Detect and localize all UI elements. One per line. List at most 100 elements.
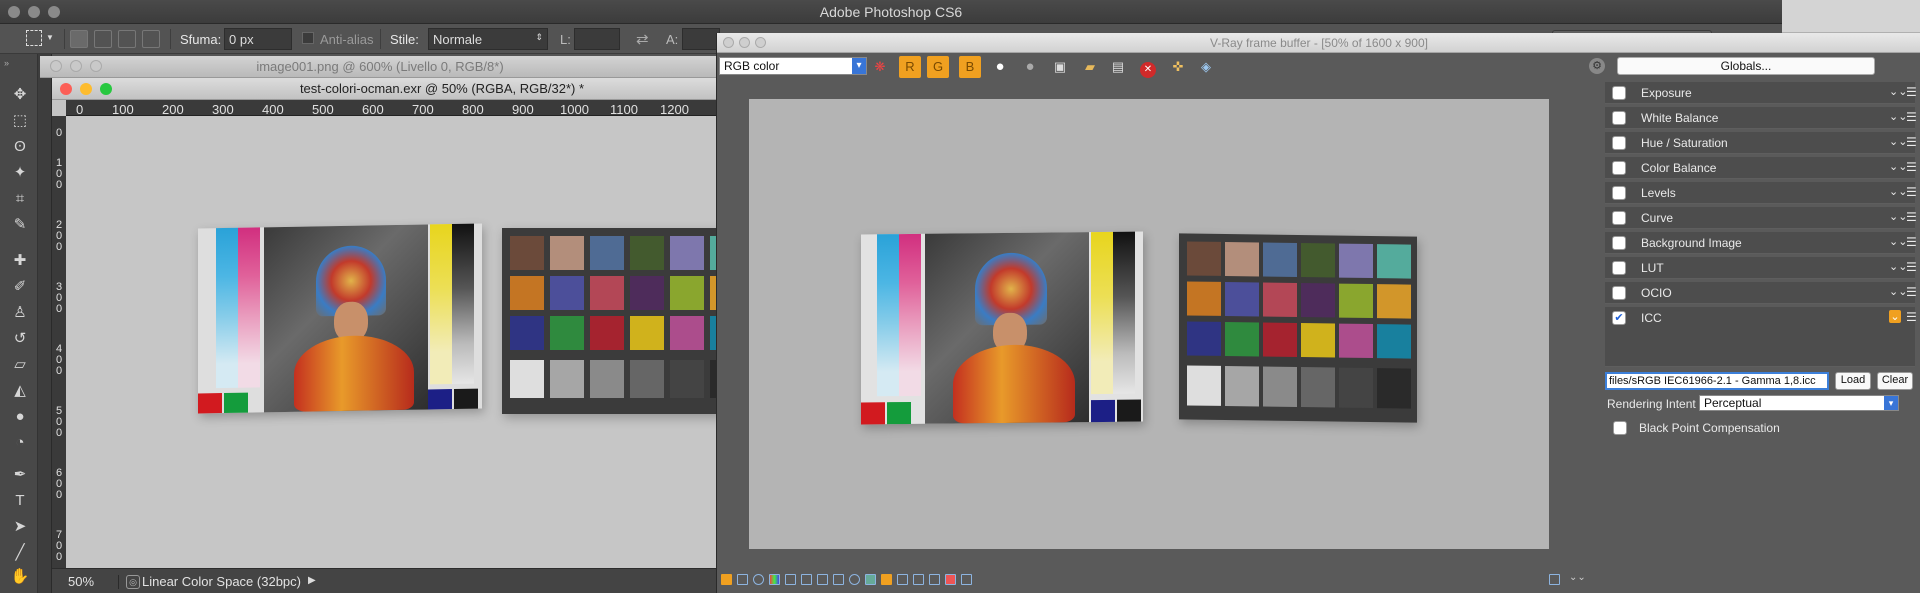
correction-row-color-balance[interactable]: Color Balance ⌄⌄ ☰	[1605, 157, 1917, 179]
correction-row-curve[interactable]: Curve ⌄⌄ ☰	[1605, 207, 1917, 229]
expand-icon[interactable]: ⌄⌄	[1889, 135, 1907, 148]
expand-icon[interactable]: ⌄⌄	[1889, 85, 1907, 98]
black-point-compensation-checkbox[interactable]	[1613, 421, 1627, 435]
alpha-channel-icon[interactable]: ●	[989, 56, 1011, 78]
document-tab-image001[interactable]: image001.png @ 600% (Livello 0, RGB/8*)	[40, 56, 720, 78]
correction-checkbox[interactable]	[1612, 161, 1626, 175]
expand-icon[interactable]: ⌄⌄	[1889, 260, 1907, 273]
history-icon[interactable]	[881, 574, 892, 585]
lens-icon[interactable]	[833, 574, 844, 585]
pen-icon[interactable]: ✒	[9, 464, 31, 486]
path-select-icon[interactable]: ➤	[9, 516, 31, 538]
correction-row-icc[interactable]: ✔ ICC ⌄ ☰	[1605, 307, 1917, 367]
collapse-icon[interactable]: ⌄	[1889, 310, 1901, 323]
bucket-icon[interactable]: ◭	[9, 380, 31, 402]
subtract-selection-icon[interactable]	[118, 30, 136, 48]
new-selection-icon[interactable]	[70, 30, 88, 48]
menu-icon[interactable]: ☰	[1906, 310, 1917, 324]
brush-icon[interactable]: ✐	[9, 276, 31, 298]
doc-zoom-button[interactable]	[100, 83, 112, 95]
document-canvas[interactable]	[66, 116, 720, 568]
histogram-icon[interactable]	[801, 574, 812, 585]
expand-icon[interactable]: ⌄⌄	[1889, 210, 1907, 223]
correction-checkbox[interactable]	[1612, 136, 1626, 150]
style-select[interactable]: Normale ⇕	[428, 28, 548, 50]
clear-button[interactable]: Clear	[1877, 372, 1913, 390]
dodge-icon[interactable]: ◔	[9, 432, 31, 454]
doc-close-button[interactable]	[60, 83, 72, 95]
vfb-titlebar[interactable]: V-Ray frame buffer - [50% of 1600 x 900]	[717, 33, 1920, 53]
render-icon[interactable]: ◈	[1195, 56, 1217, 78]
correction-checkbox[interactable]	[1612, 236, 1626, 250]
doc-minimize-button[interactable]	[80, 83, 92, 95]
expand-icon[interactable]: ⌄⌄	[1889, 285, 1907, 298]
channel-select[interactable]: RGB color ▾	[719, 57, 867, 75]
correction-checkbox[interactable]	[1612, 286, 1626, 300]
lasso-icon[interactable]: ʘ	[9, 136, 31, 158]
stats-icon[interactable]	[817, 574, 828, 585]
track-mouse-icon[interactable]	[721, 574, 732, 585]
h-split-icon[interactable]	[913, 574, 924, 585]
correction-row-ocio[interactable]: OCIO ⌄⌄ ☰	[1605, 282, 1917, 304]
image-icon[interactable]	[865, 574, 876, 585]
blue-channel-icon[interactable]: B	[959, 56, 981, 78]
swap-icon[interactable]: ⇄	[636, 30, 649, 48]
menu-icon[interactable]: ☰	[1906, 160, 1917, 174]
healing-icon[interactable]: ✚	[9, 250, 31, 272]
marquee-preset-icon[interactable]	[26, 30, 42, 46]
menu-icon[interactable]: ☰	[1906, 110, 1917, 124]
exposure-icon[interactable]	[849, 574, 860, 585]
ab-icon[interactable]	[897, 574, 908, 585]
menu-icon[interactable]: ☰	[1906, 260, 1917, 274]
blur-icon[interactable]: ●	[9, 406, 31, 428]
expand-icon[interactable]: ⌄⌄	[1889, 185, 1907, 198]
info-icon[interactable]	[753, 574, 764, 585]
compare-icon[interactable]	[785, 574, 796, 585]
menu-icon[interactable]: ☰	[1906, 210, 1917, 224]
menu-icon[interactable]: ☰	[1906, 135, 1917, 149]
document-titlebar[interactable]: test-colori-ocman.exr @ 50% (RGBA, RGB/3…	[52, 78, 720, 100]
rendering-intent-select[interactable]: Perceptual ▾	[1699, 395, 1899, 411]
copy-icon[interactable]	[737, 574, 748, 585]
red-channel-icon[interactable]: R	[899, 56, 921, 78]
zoom-level[interactable]: 50%	[68, 574, 94, 589]
correction-checkbox[interactable]	[1612, 111, 1626, 125]
hand-icon[interactable]: ✋	[9, 566, 31, 588]
levels-icon[interactable]	[945, 574, 956, 585]
globals-button[interactable]: Globals...	[1617, 57, 1875, 75]
correction-row-white-balance[interactable]: White Balance ⌄⌄ ☰	[1605, 107, 1917, 129]
lut-icon[interactable]	[961, 574, 972, 585]
collapse-icon[interactable]: »	[4, 58, 9, 68]
antialias-checkbox[interactable]	[302, 32, 314, 44]
crop-icon[interactable]: ⌗	[9, 188, 31, 210]
magic-wand-icon[interactable]: ✦	[9, 162, 31, 184]
mono-channel-icon[interactable]: ●	[1019, 56, 1041, 78]
intersect-selection-icon[interactable]	[142, 30, 160, 48]
move-icon[interactable]: ✥	[9, 84, 31, 106]
stamp-icon[interactable]: ♙	[9, 302, 31, 324]
width-input[interactable]	[574, 28, 620, 50]
expand-icon[interactable]: ⌄⌄	[1569, 572, 1586, 583]
save-image-icon[interactable]: ▣	[1049, 56, 1071, 78]
eyedropper-icon[interactable]: ✎	[9, 214, 31, 236]
expand-icon[interactable]: ⌄⌄	[1889, 160, 1907, 173]
v-split-icon[interactable]	[929, 574, 940, 585]
type-icon[interactable]: T	[9, 490, 31, 512]
expand-icon[interactable]: ⌄⌄	[1889, 110, 1907, 123]
menu-icon[interactable]: ☰	[1906, 235, 1917, 249]
correction-row-hue-saturation[interactable]: Hue / Saturation ⌄⌄ ☰	[1605, 132, 1917, 154]
feather-input[interactable]: 0 px	[224, 28, 292, 50]
icc-checkbox-checked[interactable]: ✔	[1612, 311, 1626, 325]
clear-image-icon[interactable]: ▤	[1107, 56, 1129, 78]
correction-checkbox[interactable]	[1612, 86, 1626, 100]
add-selection-icon[interactable]	[94, 30, 112, 48]
region-render-icon[interactable]: ✜	[1167, 56, 1189, 78]
correction-checkbox[interactable]	[1612, 261, 1626, 275]
menu-icon[interactable]: ☰	[1906, 85, 1917, 99]
correction-row-exposure[interactable]: Exposure ⌄⌄ ☰	[1605, 82, 1917, 104]
history-brush-icon[interactable]: ↺	[9, 328, 31, 350]
correction-row-background-image[interactable]: Background Image ⌄⌄ ☰	[1605, 232, 1917, 254]
stop-render-icon[interactable]: ✕	[1137, 56, 1159, 78]
render-image[interactable]	[749, 99, 1549, 549]
icc-profile-path-input[interactable]: files/sRGB IEC61966-2.1 - Gamma 1,8.icc	[1605, 372, 1829, 390]
